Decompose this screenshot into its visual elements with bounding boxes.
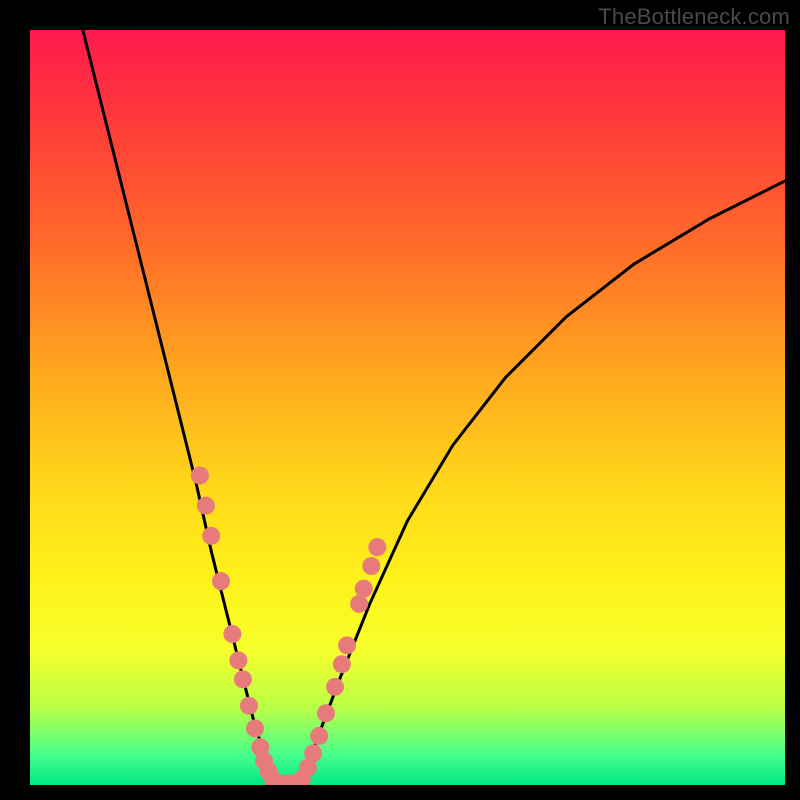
data-marker	[326, 678, 344, 696]
data-marker	[338, 636, 356, 654]
data-marker	[191, 466, 209, 484]
chart-stage: TheBottleneck.com	[0, 0, 800, 800]
data-marker	[362, 557, 380, 575]
data-marker	[317, 704, 335, 722]
watermark-text: TheBottleneck.com	[598, 4, 790, 30]
data-marker	[310, 727, 328, 745]
data-marker	[234, 670, 252, 688]
marker-group	[191, 466, 386, 785]
data-marker	[368, 538, 386, 556]
chart-svg	[30, 30, 785, 785]
data-marker	[202, 527, 220, 545]
curve-group	[83, 30, 785, 785]
data-marker	[304, 744, 322, 762]
data-marker	[333, 655, 351, 673]
data-marker	[246, 719, 264, 737]
data-marker	[212, 572, 230, 590]
data-marker	[229, 651, 247, 669]
series-curve-right	[302, 181, 785, 785]
data-marker	[197, 497, 215, 515]
plot-area	[30, 30, 785, 785]
data-marker	[355, 580, 373, 598]
data-marker	[223, 625, 241, 643]
data-marker	[240, 697, 258, 715]
